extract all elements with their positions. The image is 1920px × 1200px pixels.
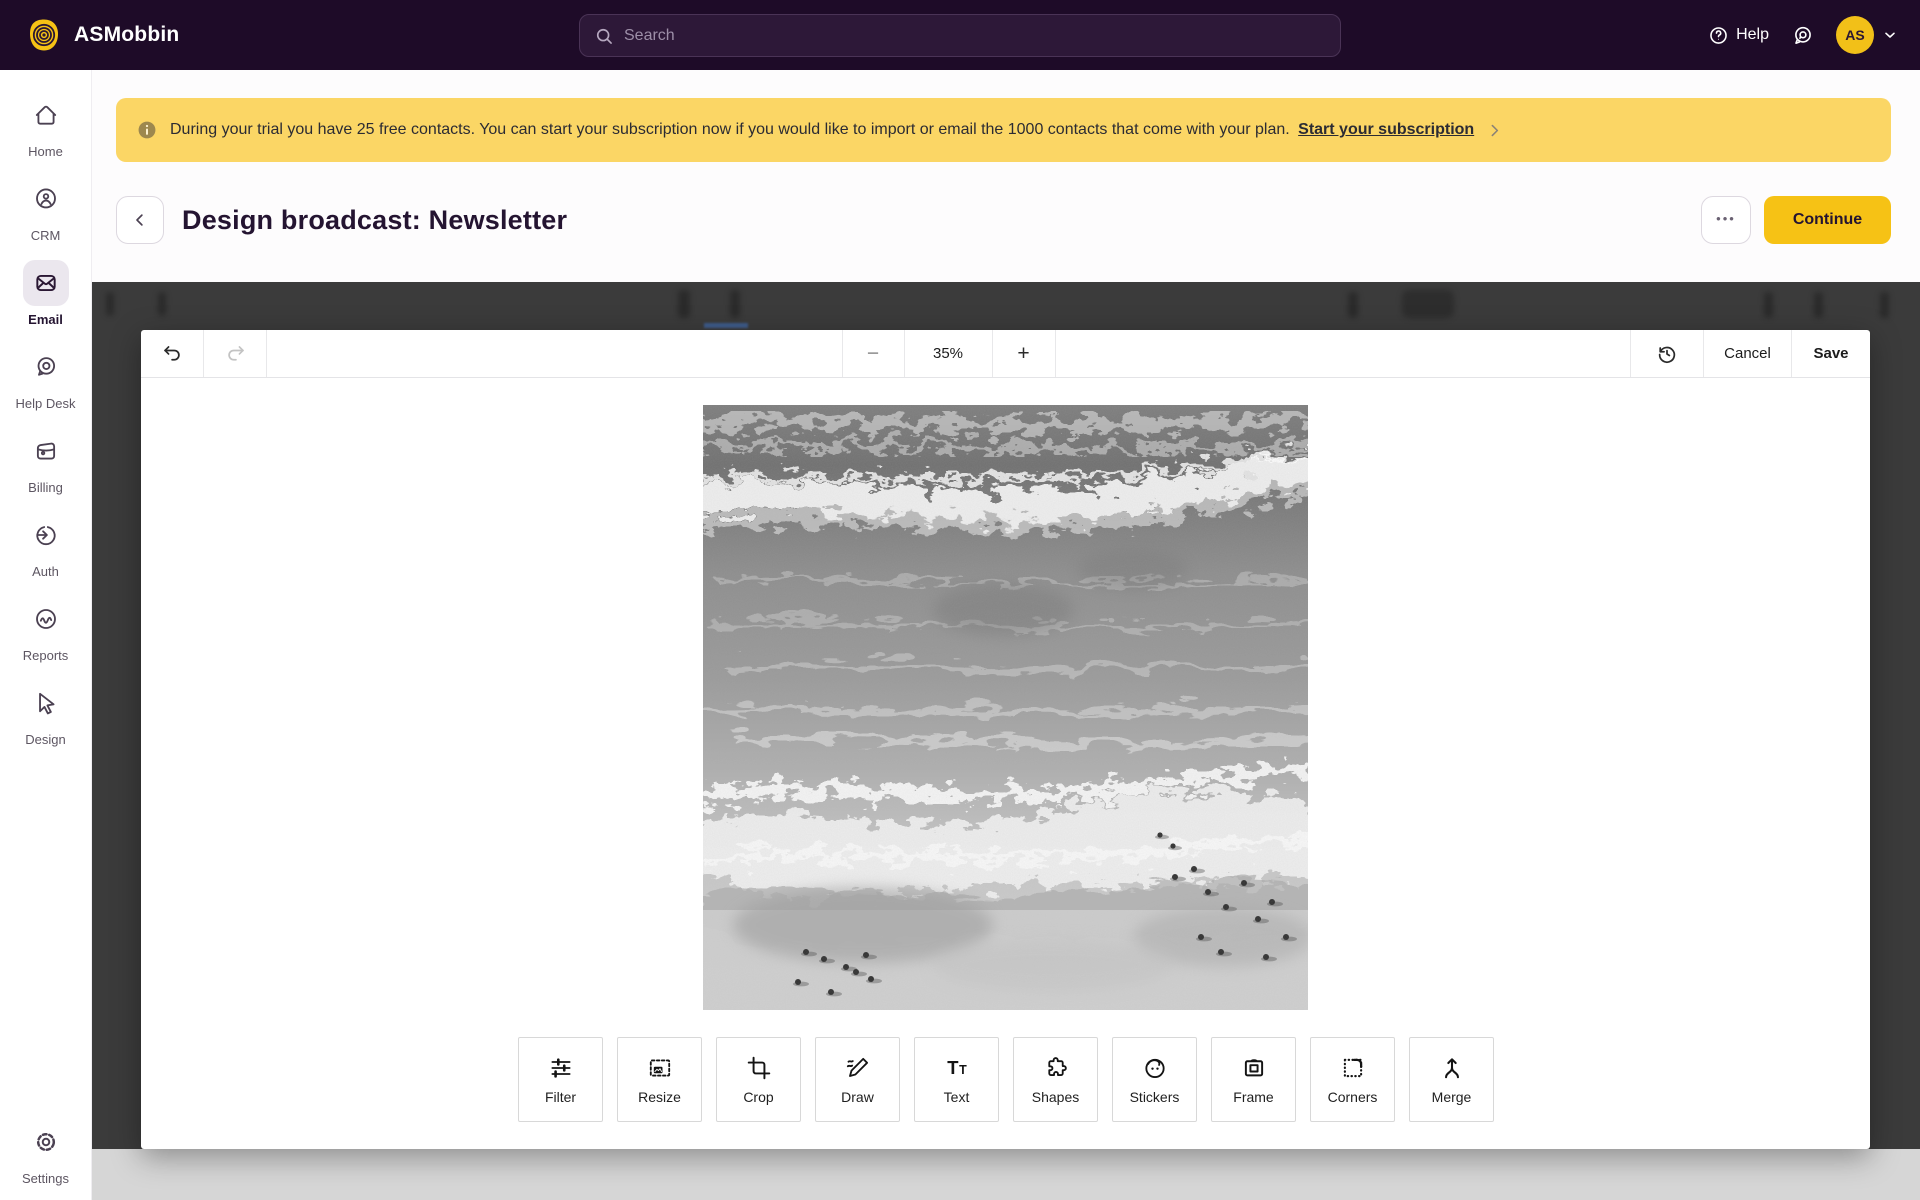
sidebar-navigation: Home CRM Email <box>0 70 92 1200</box>
chevron-down-icon <box>1882 27 1898 43</box>
sidebar-item-billing[interactable]: Billing <box>0 428 92 495</box>
help-circle-icon <box>1708 25 1729 46</box>
svg-text:T: T <box>947 1056 959 1077</box>
brand[interactable]: ASMobbin <box>26 17 179 53</box>
help-button[interactable]: Help <box>1708 25 1769 46</box>
billing-wallet-icon <box>23 428 69 474</box>
app-logo-icon <box>26 17 62 53</box>
gear-icon <box>23 1119 69 1165</box>
sidebar-item-crm[interactable]: CRM <box>0 176 92 243</box>
page-title: Design broadcast: Newsletter <box>182 205 567 236</box>
sidebar-item-auth[interactable]: Auth <box>0 512 92 579</box>
help-desk-icon <box>23 344 69 390</box>
canvas-photo[interactable] <box>703 405 1308 1010</box>
sidebar-item-label: Help Desk <box>16 396 76 411</box>
more-options-button[interactable]: ••• <box>1701 196 1751 244</box>
crop-icon <box>746 1055 772 1081</box>
avatar[interactable]: AS <box>1836 16 1874 54</box>
tool-resize-button[interactable]: Resize <box>617 1037 702 1122</box>
tool-label: Filter <box>545 1089 576 1105</box>
tool-draw-button[interactable]: Draw <box>815 1037 900 1122</box>
tool-crop-button[interactable]: Crop <box>716 1037 801 1122</box>
tool-label: Shapes <box>1032 1089 1079 1105</box>
sidebar-item-label: Billing <box>28 480 63 495</box>
crm-person-icon <box>23 176 69 222</box>
info-icon <box>136 119 158 141</box>
zoom-level: 35% <box>905 330 993 377</box>
draw-pencil-icon <box>845 1055 871 1081</box>
reports-activity-icon <box>23 596 69 642</box>
tool-text-button[interactable]: T T Text <box>914 1037 999 1122</box>
sidebar-item-email[interactable]: Email <box>0 260 92 327</box>
tool-label: Stickers <box>1130 1089 1180 1105</box>
toolbar-spacer <box>1056 330 1632 377</box>
tool-filter-button[interactable]: Filter <box>518 1037 603 1122</box>
toolbar-spacer <box>267 330 843 377</box>
zoom-out-button[interactable]: − <box>843 330 905 377</box>
sidebar-item-label: Design <box>25 732 65 747</box>
zoom-in-button[interactable]: + <box>993 330 1056 377</box>
tool-label: Resize <box>638 1089 681 1105</box>
home-icon <box>23 92 69 138</box>
global-search[interactable] <box>579 14 1341 57</box>
tool-label: Text <box>944 1089 970 1105</box>
filter-sliders-icon <box>548 1055 574 1081</box>
sidebar-item-label: Reports <box>23 648 69 663</box>
editor-toolbar: − 35% + Cancel Save <box>141 330 1870 378</box>
chat-icon[interactable] <box>1791 24 1814 47</box>
sidebar-item-help-desk[interactable]: Help Desk <box>0 344 92 411</box>
sidebar-item-label: CRM <box>31 228 61 243</box>
back-button[interactable] <box>116 196 164 244</box>
tool-merge-button[interactable]: Merge <box>1409 1037 1494 1122</box>
text-icon: T T <box>944 1055 970 1081</box>
tool-corners-button[interactable]: Corners <box>1310 1037 1395 1122</box>
editor-tools: Filter Resize Crop <box>518 1037 1494 1122</box>
tool-label: Draw <box>841 1089 874 1105</box>
cancel-button[interactable]: Cancel <box>1704 330 1792 377</box>
undo-button[interactable] <box>141 330 204 377</box>
tool-frame-button[interactable]: Frame <box>1211 1037 1296 1122</box>
tool-stickers-button[interactable]: Stickers <box>1112 1037 1197 1122</box>
chevron-right-icon <box>1486 122 1503 139</box>
sidebar-item-reports[interactable]: Reports <box>0 596 92 663</box>
sidebar-item-home[interactable]: Home <box>0 92 92 159</box>
brand-name: ASMobbin <box>74 23 179 47</box>
svg-text:T: T <box>959 1062 967 1076</box>
shapes-puzzle-icon <box>1043 1055 1069 1081</box>
tool-label: Crop <box>743 1089 773 1105</box>
start-subscription-link[interactable]: Start your subscription <box>1298 121 1474 138</box>
save-button[interactable]: Save <box>1792 330 1870 377</box>
sidebar-item-label: Settings <box>22 1171 69 1186</box>
continue-button[interactable]: Continue <box>1764 196 1891 244</box>
corners-icon <box>1340 1055 1366 1081</box>
frame-icon <box>1241 1055 1267 1081</box>
sidebar-item-settings[interactable]: Settings <box>0 1119 92 1186</box>
tool-label: Corners <box>1328 1089 1378 1105</box>
image-editor-modal: − 35% + Cancel Save <box>141 330 1870 1149</box>
stickers-face-icon <box>1142 1055 1168 1081</box>
trial-banner-text: During your trial you have 25 free conta… <box>170 121 1474 139</box>
dimmed-page-bottom <box>92 1149 1920 1200</box>
account-menu[interactable]: AS <box>1836 16 1898 54</box>
redo-button[interactable] <box>204 330 267 377</box>
help-label: Help <box>1736 26 1769 44</box>
resize-icon <box>647 1055 673 1081</box>
merge-icon <box>1439 1055 1465 1081</box>
tool-label: Merge <box>1432 1089 1472 1105</box>
email-icon <box>23 260 69 306</box>
search-input[interactable] <box>624 27 1326 45</box>
page-header: Design broadcast: Newsletter ••• Continu… <box>116 196 1891 244</box>
top-navigation-bar: ASMobbin Help <box>0 0 1920 70</box>
history-button[interactable] <box>1631 330 1704 377</box>
sidebar-item-design[interactable]: Design <box>0 680 92 747</box>
tool-label: Frame <box>1233 1089 1273 1105</box>
trial-banner: During your trial you have 25 free conta… <box>116 98 1891 162</box>
sidebar-item-label: Email <box>28 312 63 327</box>
auth-login-icon <box>23 512 69 558</box>
sidebar-item-label: Home <box>28 144 63 159</box>
sidebar-item-label: Auth <box>32 564 59 579</box>
tool-shapes-button[interactable]: Shapes <box>1013 1037 1098 1122</box>
search-icon <box>594 26 614 46</box>
design-cursor-icon <box>23 680 69 726</box>
